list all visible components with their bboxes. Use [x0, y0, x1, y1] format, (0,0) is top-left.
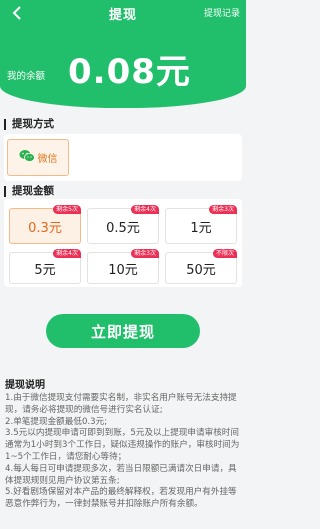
wechat-icon	[19, 149, 35, 166]
amount-option-1[interactable]: 1元 剩余3次	[165, 205, 237, 244]
amount-option-5[interactable]: 5元 剩余4次	[9, 249, 81, 284]
remaining-badge: 剩余4次	[53, 249, 81, 258]
remaining-badge: 剩余3次	[131, 249, 159, 258]
amount-option-50[interactable]: 50元 不限次	[165, 249, 237, 284]
note-line: 3.5元以内提现申请可即到到账，5元及以上提现申请审核时间通常为1小时到3个工作…	[5, 428, 240, 462]
withdraw-now-button[interactable]: 立即提现	[46, 314, 200, 348]
amount-card: 0.3元 剩余5次 0.5元 剩余4次 1元 剩余3次 5元 剩余4次 10元 …	[4, 199, 242, 287]
amount-label: 0.3元	[28, 220, 62, 236]
amount-label: 5元	[34, 262, 56, 278]
amount-label: 10元	[108, 262, 138, 278]
withdraw-records-link[interactable]: 提现记录	[204, 6, 240, 19]
amount-label: 1元	[190, 220, 212, 236]
note-line: 1.由于微信提现支付需要实名制，非实名用户账号无法支持提现，请务必将提现的微信号…	[5, 393, 237, 415]
notes-list: 1.由于微信提现支付需要实名制，非实名用户账号无法支持提现，请务必将提现的微信号…	[5, 393, 243, 511]
amount-section-title: 提现金额	[4, 186, 54, 197]
amount-option-10[interactable]: 10元 剩余3次	[87, 249, 159, 284]
amount-label: 50元	[186, 262, 216, 278]
wechat-label: 微信	[37, 154, 58, 165]
amount-option-0.3[interactable]: 0.3元 剩余5次	[9, 205, 81, 244]
method-section-title: 提现方式	[4, 119, 54, 130]
remaining-badge: 剩余4次	[131, 205, 159, 214]
balance-value: 0.08元	[68, 52, 191, 92]
header: 提现 提现记录 我的余额 0.08元	[0, 0, 246, 108]
note-line: 2.单笔提现金额最低0.3元;	[5, 416, 108, 427]
wechat-method-button[interactable]: 微信	[7, 139, 69, 176]
remaining-badge: 剩余3次	[209, 205, 237, 214]
notes-title: 提现说明	[5, 380, 45, 391]
note-line: 5.好看剧场保留对本产品的最终解释权，若发现用户有外挂等恶意作弊行为，一律封禁账…	[5, 487, 237, 510]
method-card: 微信	[4, 134, 242, 181]
remaining-badge: 剩余5次	[53, 205, 81, 214]
note-line: 4.每人每日可申请提现多次，若当日限额已满请次日申请，具体提现规则见用户协议第五…	[5, 463, 237, 486]
remaining-badge: 不限次	[212, 249, 237, 258]
balance-label: 我的余额	[7, 71, 46, 82]
amount-label: 0.5元	[106, 220, 140, 236]
amount-option-0.5[interactable]: 0.5元 剩余4次	[87, 205, 159, 244]
